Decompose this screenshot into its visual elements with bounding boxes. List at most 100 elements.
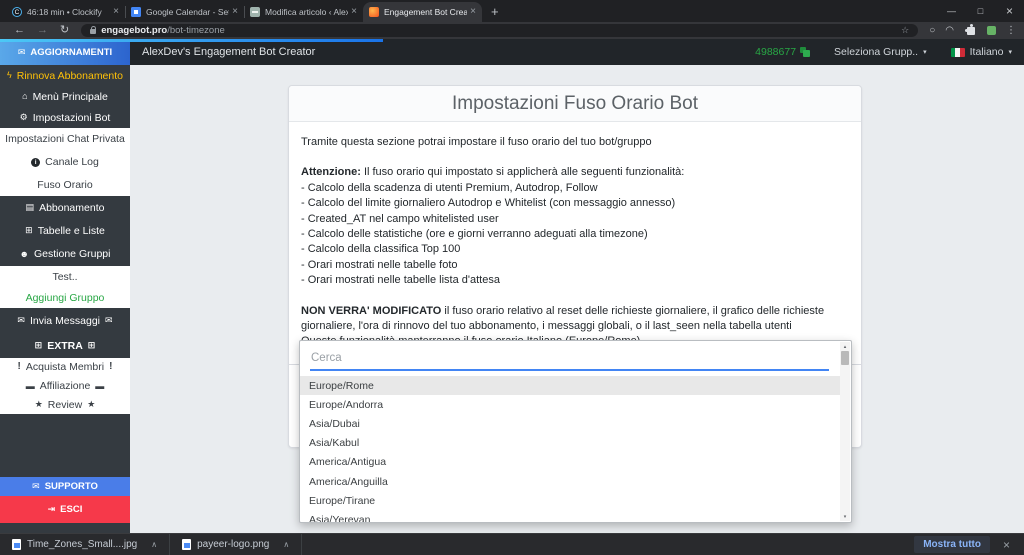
sidebar-item-label: Affiliazione (39, 380, 91, 392)
sidebar-item-extra[interactable]: ⊞ EXTRA ⊞ (0, 333, 130, 358)
green-extension-icon[interactable] (987, 26, 996, 35)
sidebar-item-gestione-gruppi[interactable]: ☻ Gestione Gruppi (0, 243, 130, 266)
esci-label: ESCI (60, 504, 83, 515)
extension-circle-icon[interactable]: ○ (929, 25, 935, 36)
search-input[interactable] (310, 349, 829, 371)
users-icon: ☻ (19, 248, 29, 259)
sidebar-item-label: AGGIORNAMENTI (30, 46, 113, 58)
maximize-button[interactable]: □ (966, 6, 995, 16)
card-body: Tramite questa sezione potrai impostare … (289, 122, 861, 365)
sidebar-item-menu-principale[interactable]: ⌂ Menù Principale (0, 86, 130, 107)
sidebar-item-label: Fuso Orario (37, 178, 93, 191)
timezone-option[interactable]: America/Anguilla (300, 472, 840, 491)
info-icon: i (31, 157, 41, 167)
timezone-option[interactable]: Europe/Tirane (300, 491, 840, 510)
show-all-downloads-button[interactable]: Mostra tutto (914, 536, 990, 553)
sidebar-item-tabelle-e-liste[interactable]: ⊞ Tabelle e Liste (0, 219, 130, 242)
sidebar-item-label: Aggiungi Gruppo (25, 291, 105, 304)
esci-button[interactable]: ⇥ ESCI (0, 496, 130, 523)
coins-icon (800, 47, 811, 57)
tab-title: 46:18 min • Clockify (27, 7, 102, 17)
exclamation-icon: ! (109, 361, 113, 373)
tab-close-icon[interactable]: × (351, 7, 357, 17)
tab-close-icon[interactable]: × (232, 7, 238, 17)
close-shelf-icon[interactable]: × (1003, 538, 1010, 552)
scrollbar-thumb[interactable] (841, 351, 849, 365)
address-bar[interactable]: engagebot.pro/bot-timezone ☆ (81, 24, 919, 37)
group-selector[interactable]: Seleziona Grupp.. ▾ (834, 46, 927, 58)
warning-line: Attenzione: Il fuso orario qui impostato… (301, 165, 849, 180)
credits-counter: 4988677 (755, 46, 811, 58)
sidebar-item-label: Review (47, 398, 83, 411)
supporto-button[interactable]: ✉ SUPPORTO (0, 477, 130, 496)
url-domain: engagebot.pro/bot-timezone (101, 25, 225, 36)
sidebar-item-review[interactable]: ★ Review ★ (0, 395, 130, 414)
timezone-option[interactable]: America/Antigua (300, 453, 840, 472)
sidebar-item-label: Impostazioni Bot (32, 111, 111, 124)
logout-icon: ⇥ (47, 504, 56, 514)
dropdown-scrollbar[interactable]: ▴ ▾ (840, 342, 850, 521)
timezone-option-selected[interactable]: Europe/Rome (300, 376, 840, 396)
lock-icon[interactable] (90, 25, 97, 34)
timezone-option[interactable]: Asia/Yerevan (300, 510, 840, 522)
chevron-up-icon[interactable]: ∧ (151, 540, 157, 549)
feature-line: - Calcolo del limite giornaliero Autodro… (301, 197, 676, 210)
scroll-down-icon[interactable]: ▾ (844, 512, 847, 521)
sidebar-group-messaggi: ✉ Invia Messaggi ✉ ⊞ EXTRA ⊞ (0, 308, 130, 358)
tab-close-icon[interactable]: × (470, 7, 476, 17)
extensions-puzzle-icon[interactable] (964, 24, 975, 35)
sidebar-item-label: Acquista Membri (25, 361, 105, 374)
sidebar-item-rinnova-abbonamento[interactable]: ϟ Rinnova Abbonamento (0, 65, 130, 86)
tab-close-icon[interactable]: × (113, 7, 119, 17)
browser-menu-icon[interactable]: ⋮ (1006, 25, 1016, 36)
sidebar-item-invia-messaggi[interactable]: ✉ Invia Messaggi ✉ (0, 308, 130, 333)
sidebar-item-impostazioni-bot[interactable]: ⚙ Impostazioni Bot (0, 107, 130, 128)
download-shelf: Time_Zones_Small....jpg ∧ payeer-logo.pn… (0, 533, 1024, 555)
sidebar-item-fuso-orario[interactable]: Fuso Orario (0, 173, 130, 196)
sidebar-submenu-impostazioni: Impostazioni Chat Privata i Canale Log F… (0, 128, 130, 196)
sidebar-item-aggiornamenti[interactable]: ✉ AGGIORNAMENTI (0, 39, 130, 65)
tab-google-calendar[interactable]: Google Calendar - Settimana de × (125, 2, 244, 22)
sidebar: ✉ AGGIORNAMENTI ϟ Rinnova Abbonamento ⌂ … (0, 39, 130, 533)
sidebar-submenu-extra: ! Acquista Membri ! ▬ Affiliazione ▬ ★ R… (0, 358, 130, 414)
sidebar-group-middle: ▤ Abbonamento ⊞ Tabelle e Liste ☻ Gestio… (0, 196, 130, 266)
new-tab-button[interactable]: + (491, 5, 499, 18)
content-column: AlexDev's Engagement Bot Creator 4988677… (130, 39, 1024, 533)
download-item-payeer-logo[interactable]: payeer-logo.png ∧ (170, 534, 303, 555)
tab-engagement-bot-creator[interactable]: Engagement Bot Creator × (363, 2, 482, 22)
forward-icon[interactable]: → (37, 25, 48, 36)
home-icon: ⌂ (22, 91, 28, 101)
timezone-option[interactable]: Europe/Andorra (300, 395, 840, 414)
timezone-option[interactable]: Asia/Kabul (300, 434, 840, 453)
timezone-option[interactable]: Asia/Dubai (300, 414, 840, 433)
tab-modifica-articolo[interactable]: Modifica articolo ‹ AlexDev.IT — × (244, 2, 363, 22)
minimize-button[interactable]: — (937, 6, 966, 16)
reload-icon[interactable]: ↻ (60, 25, 69, 36)
chevron-down-icon: ▾ (1008, 48, 1012, 56)
sidebar-item-acquista-membri[interactable]: ! Acquista Membri ! (0, 358, 130, 377)
chevron-up-icon[interactable]: ∧ (283, 540, 289, 549)
sidebar-item-impostazioni-chat-privata[interactable]: Impostazioni Chat Privata (0, 128, 130, 151)
sidebar-item-abbonamento[interactable]: ▤ Abbonamento (0, 196, 130, 219)
back-icon[interactable]: ← (14, 25, 25, 36)
tab-clockify[interactable]: 46:18 min • Clockify × (6, 2, 125, 22)
shelf-right: Mostra tutto × (914, 536, 1024, 553)
plus-box-icon: ⊞ (34, 340, 43, 350)
sidebar-item-affiliazione[interactable]: ▬ Affiliazione ▬ (0, 377, 130, 396)
sidebar-item-test-group[interactable]: Test.. (0, 266, 130, 287)
bolt-icon: ϟ (6, 70, 12, 80)
language-selector[interactable]: Italiano ▾ (950, 46, 1012, 58)
feature-line: - Calcolo della classifica Top 100 (301, 243, 461, 256)
sidebar-item-canale-log[interactable]: i Canale Log (0, 151, 130, 174)
profile-arc-icon[interactable]: ◠ (945, 25, 954, 36)
sidebar-item-label: Abbonamento (39, 201, 105, 214)
sidebar-item-label: Menù Principale (32, 90, 108, 103)
close-window-button[interactable]: × (995, 4, 1024, 18)
sidebar-item-aggiungi-gruppo[interactable]: Aggiungi Gruppo (0, 287, 130, 308)
bookmark-star-icon[interactable]: ☆ (901, 25, 909, 36)
download-item-time-zones[interactable]: Time_Zones_Small....jpg ∧ (0, 534, 171, 555)
browser-toolbar: ← → ↻ engagebot.pro/bot-timezone ☆ ○ ◠ ⋮ (0, 22, 1024, 39)
wordpress-favicon-icon (250, 7, 260, 17)
download-filename: payeer-logo.png (197, 539, 270, 550)
scroll-up-icon[interactable]: ▴ (844, 342, 847, 351)
